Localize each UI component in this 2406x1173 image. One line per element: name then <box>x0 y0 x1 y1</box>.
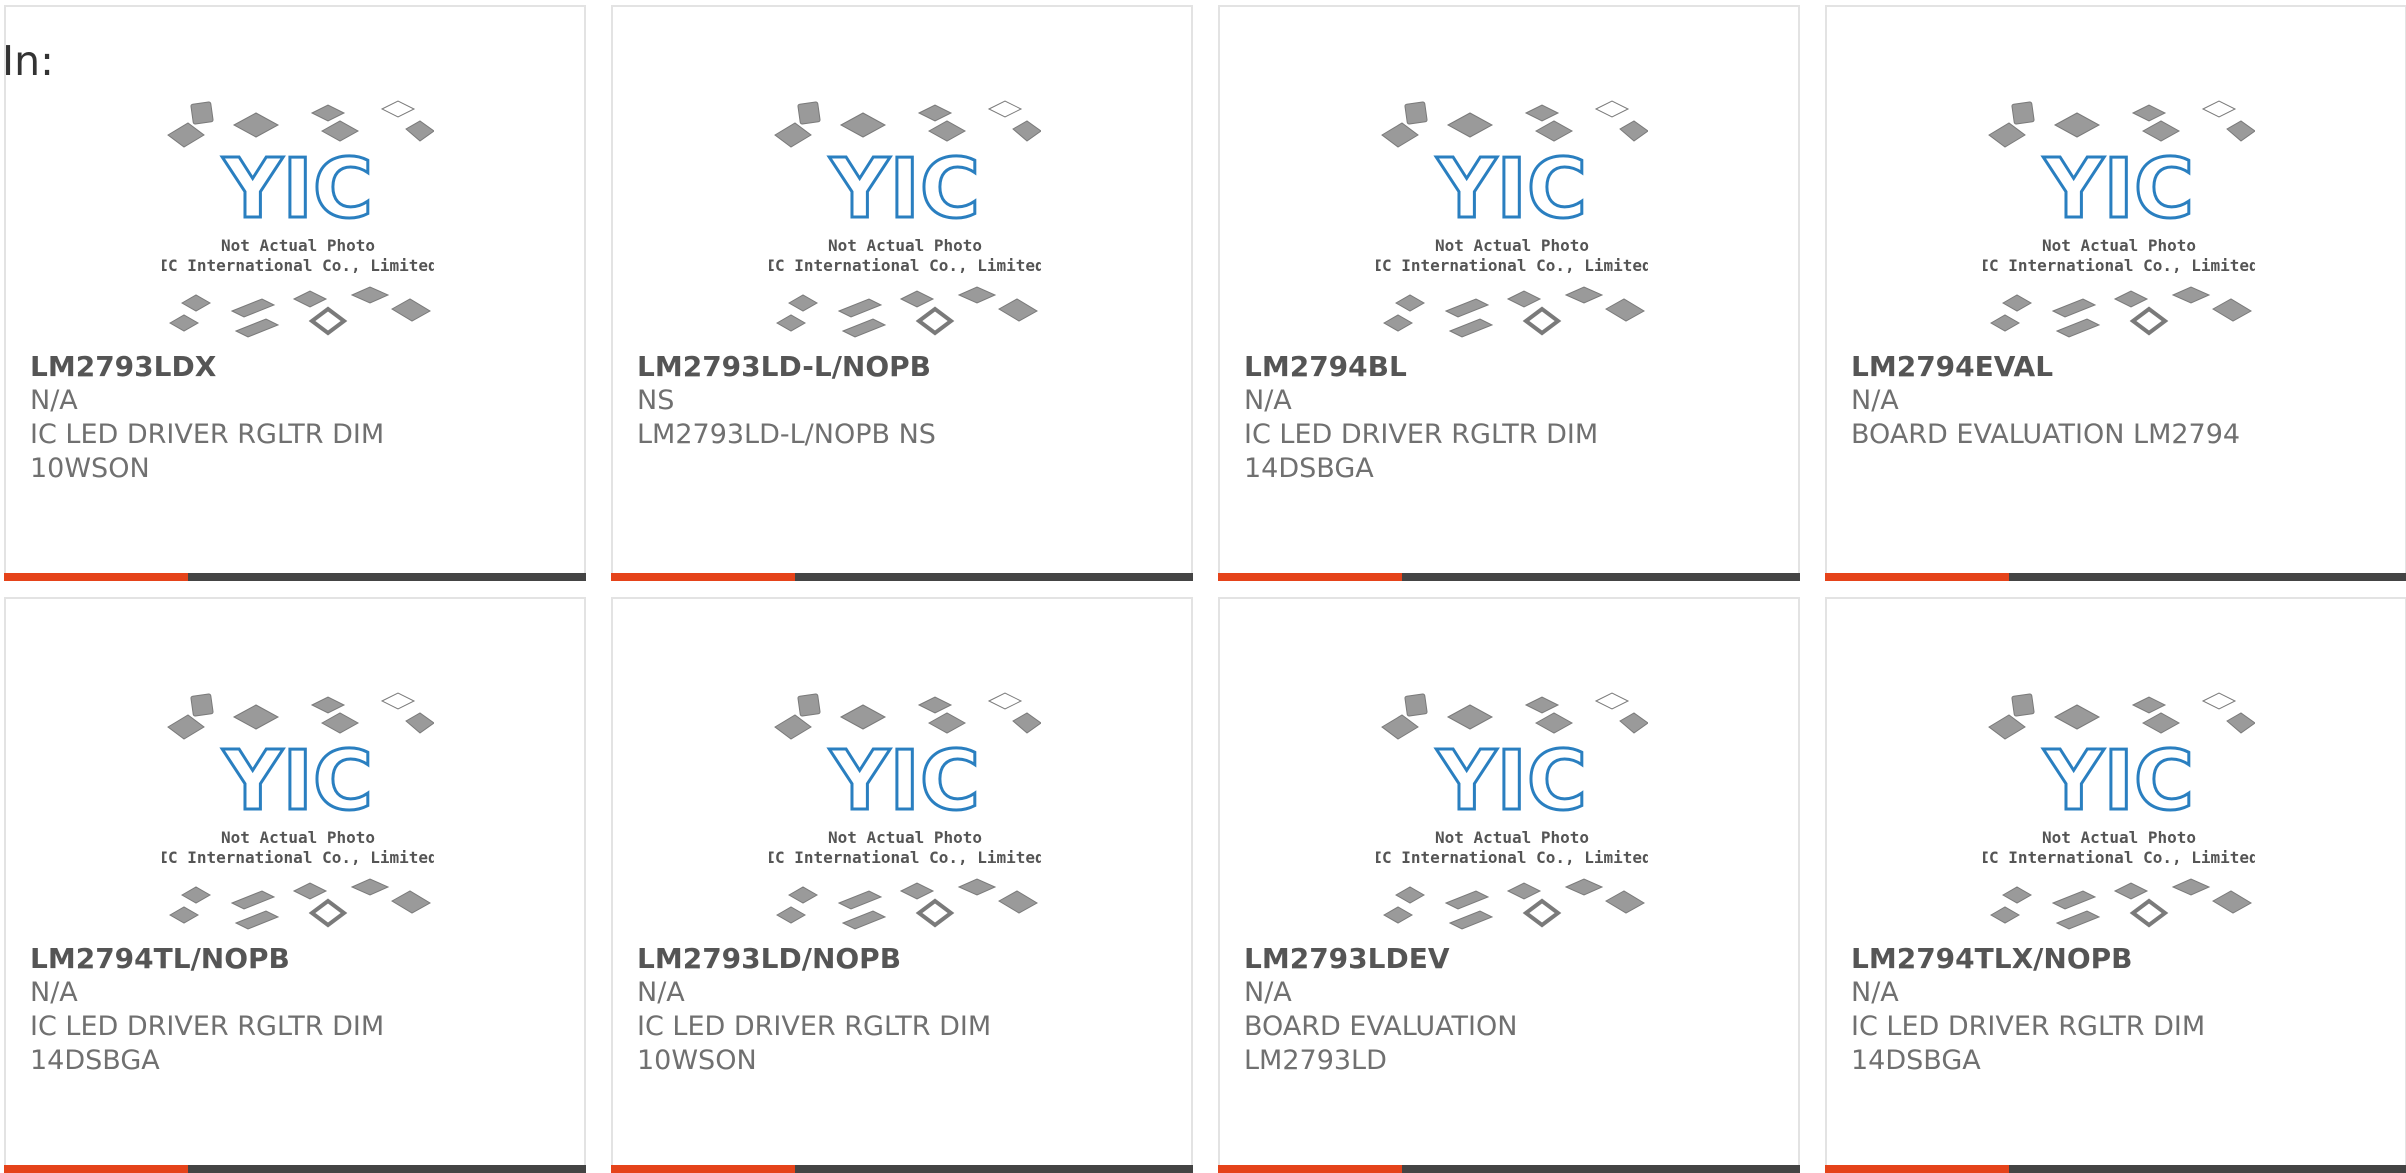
description: LM2793LD-L/NOPB NS <box>637 419 936 450</box>
product-card[interactable]: YIC Not Actual Photo YIC International C… <box>1825 597 2406 1173</box>
card-bottom-bar <box>4 573 586 581</box>
svg-text:YIC International Co., Limited: YIC International Co., Limited. <box>1983 848 2255 867</box>
part-number[interactable]: LM2793LDX <box>30 350 550 384</box>
product-card[interactable]: YIC Not Actual Photo YIC International C… <box>1218 5 1800 581</box>
svg-text:Not Actual Photo: Not Actual Photo <box>828 828 982 847</box>
svg-text:Not Actual Photo: Not Actual Photo <box>221 236 375 255</box>
description: IC LED DRIVER RGLTR DIM 10WSON <box>30 419 385 484</box>
card-bottom-bar <box>611 573 1193 581</box>
svg-text:YIC International Co., Limited: YIC International Co., Limited. <box>1376 848 1648 867</box>
part-number[interactable]: LM2794EVAL <box>1851 350 2371 384</box>
card-bottom-bar <box>4 1165 586 1173</box>
not-actual-photo-image: YIC Not Actual Photo YIC International C… <box>162 687 434 939</box>
manufacturer: N/A <box>30 385 78 416</box>
part-number[interactable]: LM2793LDEV <box>1244 942 1764 976</box>
description: IC LED DRIVER RGLTR DIM 14DSBGA <box>1851 1011 2206 1076</box>
not-actual-photo-image: YIC Not Actual Photo YIC International C… <box>1376 687 1648 939</box>
not-actual-photo-image: YIC Not Actual Photo YIC International C… <box>769 687 1041 939</box>
not-actual-photo-image: YIC Not Actual Photo YIC International C… <box>769 95 1041 347</box>
svg-text:Not Actual Photo: Not Actual Photo <box>828 236 982 255</box>
svg-text:YIC International Co., Limited: YIC International Co., Limited. <box>769 256 1041 275</box>
yic-logo-icon: YIC <box>1436 142 1587 237</box>
part-number[interactable]: LM2794TLX/NOPB <box>1851 942 2371 976</box>
not-actual-photo-image: YIC Not Actual Photo YIC International C… <box>1376 95 1648 347</box>
product-card[interactable]: YIC Not Actual Photo YIC International C… <box>1218 597 1800 1173</box>
not-actual-photo-image: YIC Not Actual Photo YIC International C… <box>162 95 434 347</box>
not-actual-photo-image: YIC Not Actual Photo YIC International C… <box>1983 95 2255 347</box>
card-bottom-bar <box>1218 1165 1800 1173</box>
manufacturer: N/A <box>1244 977 1292 1008</box>
manufacturer: N/A <box>637 977 685 1008</box>
product-card[interactable]: YIC Not Actual Photo YIC International C… <box>611 597 1193 1173</box>
part-number[interactable]: LM2794TL/NOPB <box>30 942 550 976</box>
in-label: In: <box>2 37 54 85</box>
svg-text:Not Actual Photo: Not Actual Photo <box>2042 236 2196 255</box>
yic-logo-icon: YIC <box>222 142 373 237</box>
description: BOARD EVALUATION LM2793LD <box>1244 1011 1518 1076</box>
part-number[interactable]: LM2793LD/NOPB <box>637 942 1157 976</box>
card-bottom-bar <box>1825 573 2406 581</box>
svg-text:YIC International Co., Limited: YIC International Co., Limited. <box>1983 256 2255 275</box>
svg-text:Not Actual Photo: Not Actual Photo <box>1435 236 1589 255</box>
manufacturer: N/A <box>1244 385 1292 416</box>
description: IC LED DRIVER RGLTR DIM 10WSON <box>637 1011 992 1076</box>
product-grid: YIC Not Actual Photo YIC International C… <box>4 5 2406 1173</box>
description: BOARD EVALUATION LM2794 <box>1851 419 2241 450</box>
svg-text:Not Actual Photo: Not Actual Photo <box>1435 828 1589 847</box>
not-actual-photo-image: YIC Not Actual Photo YIC International C… <box>1983 687 2255 939</box>
description: IC LED DRIVER RGLTR DIM 14DSBGA <box>1244 419 1599 484</box>
manufacturer: N/A <box>1851 977 1899 1008</box>
yic-logo-icon: YIC <box>2043 734 2194 829</box>
description: IC LED DRIVER RGLTR DIM 14DSBGA <box>30 1011 385 1076</box>
card-bottom-bar <box>611 1165 1193 1173</box>
yic-logo-icon: YIC <box>829 142 980 237</box>
svg-text:YIC International Co., Limited: YIC International Co., Limited. <box>769 848 1041 867</box>
product-card[interactable]: YIC Not Actual Photo YIC International C… <box>1825 5 2406 581</box>
svg-text:Not Actual Photo: Not Actual Photo <box>2042 828 2196 847</box>
yic-logo-icon: YIC <box>222 734 373 829</box>
svg-text:Not Actual Photo: Not Actual Photo <box>221 828 375 847</box>
product-card[interactable]: YIC Not Actual Photo YIC International C… <box>4 597 586 1173</box>
manufacturer: N/A <box>30 977 78 1008</box>
svg-text:YIC International Co., Limited: YIC International Co., Limited. <box>162 256 434 275</box>
part-number[interactable]: LM2794BL <box>1244 350 1764 384</box>
manufacturer: NS <box>637 385 675 416</box>
product-card[interactable]: YIC Not Actual Photo YIC International C… <box>4 5 586 581</box>
svg-text:YIC International Co., Limited: YIC International Co., Limited. <box>162 848 434 867</box>
card-bottom-bar <box>1218 573 1800 581</box>
yic-logo-icon: YIC <box>829 734 980 829</box>
svg-text:YIC International Co., Limited: YIC International Co., Limited. <box>1376 256 1648 275</box>
manufacturer: N/A <box>1851 385 1899 416</box>
yic-logo-icon: YIC <box>2043 142 2194 237</box>
product-card[interactable]: YIC Not Actual Photo YIC International C… <box>611 5 1193 581</box>
card-bottom-bar <box>1825 1165 2406 1173</box>
yic-logo-icon: YIC <box>1436 734 1587 829</box>
part-number[interactable]: LM2793LD-L/NOPB <box>637 350 1157 384</box>
